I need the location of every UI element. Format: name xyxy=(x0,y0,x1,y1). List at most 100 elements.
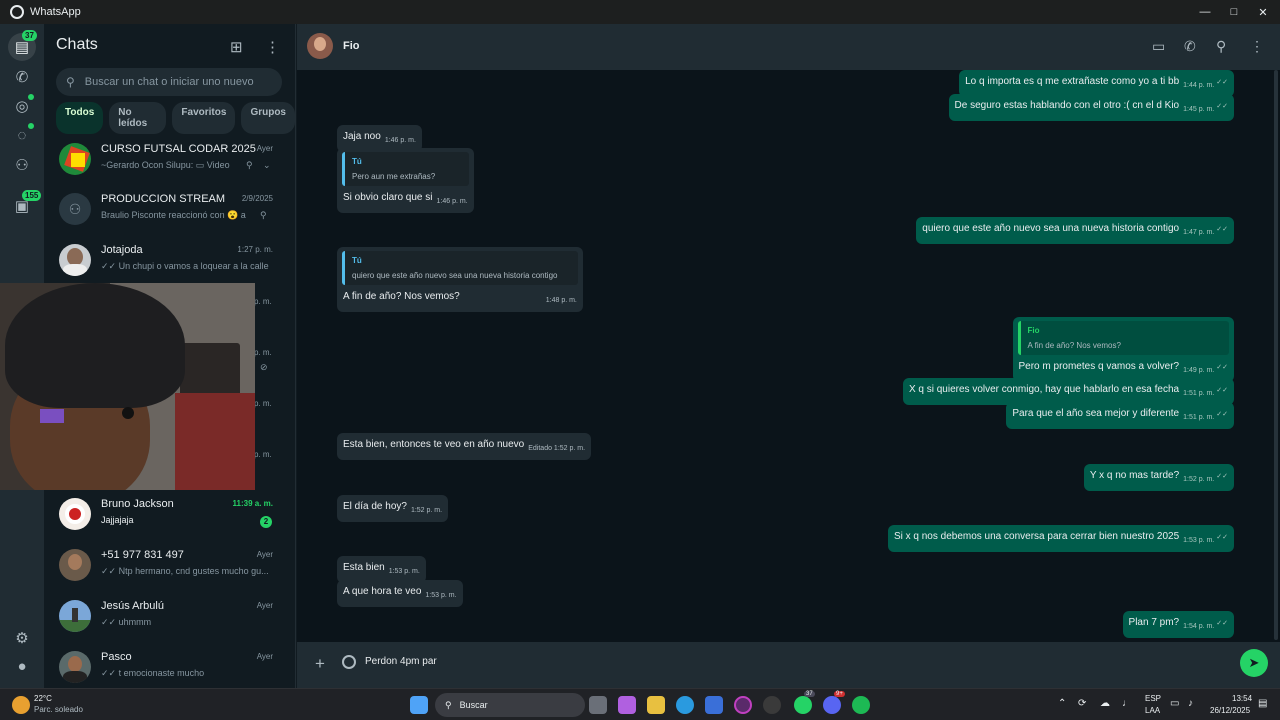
message-bubble[interactable]: Tú Pero aun me extrañas? Si obvio claro q… xyxy=(337,148,474,213)
video-call-icon[interactable]: ▭ xyxy=(1152,38,1165,55)
filter-grupos[interactable]: Grupos xyxy=(241,102,295,134)
message-bubble[interactable]: Para que el año sea mejor y diferente 1:5… xyxy=(1006,402,1234,429)
contact-name[interactable]: Fio xyxy=(343,40,360,52)
chat-list-item[interactable]: Jesús Arbulú Ayer ✓✓ uhmmm xyxy=(44,593,295,643)
status-dot xyxy=(28,94,34,100)
weather-icon[interactable] xyxy=(12,696,30,714)
message-bubble[interactable]: Esta bien, entonces te veo en año nuevo E… xyxy=(337,433,592,460)
taskbar-search[interactable]: ⚲ Buscar xyxy=(435,693,585,717)
chat-list-item[interactable]: Pasco Ayer ✓✓ t emocionaste mucho xyxy=(44,644,295,688)
chat-header[interactable]: Fio ▭ ✆ ⚲ ⋮ xyxy=(297,24,1280,70)
store-icon[interactable] xyxy=(705,696,723,714)
clock-date[interactable]: 26/12/2025 xyxy=(1210,706,1250,715)
volume-icon[interactable]: ♪ xyxy=(1188,698,1193,709)
lang-bottom[interactable]: LAA xyxy=(1145,706,1160,715)
message-bubble[interactable]: Plan 7 pm? 1:54 p. m. ✓✓ xyxy=(1122,611,1234,638)
chevron-down-icon[interactable]: ⌄ xyxy=(263,160,271,171)
profile-avatar[interactable]: ● xyxy=(8,652,36,680)
message-input[interactable]: Perdon 4pm par xyxy=(365,656,437,667)
message-bubble[interactable]: A que hora te veo 1:53 p. m. xyxy=(337,580,463,607)
chat-time: p. m. xyxy=(254,399,272,408)
message-bubble[interactable]: Si x q nos debemos una conversa para cer… xyxy=(887,525,1234,552)
chats-unread-badge: 37 xyxy=(22,30,37,41)
search-placeholder: Buscar un chat o iniciar uno nuevo xyxy=(84,76,254,88)
clock-time[interactable]: 13:54 xyxy=(1232,694,1252,703)
taskbar-search-label: Buscar xyxy=(459,700,488,710)
cloud-icon[interactable]: ☁ xyxy=(1100,698,1110,709)
webcam-overlay xyxy=(0,283,255,490)
window-title: WhatsApp xyxy=(30,6,81,18)
message-bubble[interactable]: Y x q no mas tarde? 1:52 p. m. ✓✓ xyxy=(1083,464,1234,491)
notifications-icon[interactable]: ▤ xyxy=(1258,698,1267,709)
message-bubble[interactable]: El día de hoy? 1:52 p. m. xyxy=(337,495,449,522)
filter-todos[interactable]: Todos xyxy=(56,102,104,134)
avatar xyxy=(59,651,91,683)
chat-preview: Braulio Pisconte reaccionó con 😮 a: xyxy=(101,210,246,220)
filter-favoritos[interactable]: Favoritos xyxy=(172,102,236,134)
attach-plus-icon[interactable]: + xyxy=(315,654,325,674)
menu-icon[interactable]: ⋮ xyxy=(265,38,280,56)
message-bubble[interactable]: X q si quieres volver conmigo, hay que h… xyxy=(902,378,1234,405)
discord-badge: 9+ xyxy=(834,691,845,697)
sync-icon[interactable]: ⟳ xyxy=(1078,698,1086,709)
edge-icon[interactable] xyxy=(676,696,694,714)
message-bubble[interactable]: Tú quiero que este año nuevo sea una nuev… xyxy=(337,247,583,312)
copilot-icon[interactable] xyxy=(618,696,636,714)
close-button[interactable]: ✕ xyxy=(1246,0,1280,24)
chat-time: p. m. xyxy=(254,348,272,357)
voice-call-icon[interactable]: ✆ xyxy=(1184,38,1196,55)
search-icon: ⚲ xyxy=(445,699,452,710)
lang-top[interactable]: ESP xyxy=(1145,694,1161,703)
search-input[interactable]: ⚲ Buscar un chat o iniciar uno nuevo xyxy=(56,68,282,96)
emoji-icon[interactable] xyxy=(342,655,356,669)
whatsapp-taskbar-icon[interactable] xyxy=(794,696,812,714)
chat-time: Ayer xyxy=(256,550,273,559)
discord-icon[interactable] xyxy=(823,696,841,714)
filter-no-leidos[interactable]: No leídos xyxy=(109,102,167,134)
message-bubble[interactable]: Fio A fin de año? Nos vemos? Pero m prome… xyxy=(1012,317,1234,382)
send-button[interactable]: ➤ xyxy=(1240,649,1268,677)
avatar xyxy=(59,244,91,276)
menu-icon[interactable]: ⋮ xyxy=(1250,38,1264,55)
chat-time: Ayer xyxy=(256,601,273,610)
chat-name: Jesús Arbulú xyxy=(101,600,164,612)
quoted-message[interactable]: Tú quiero que este año nuevo sea una nuev… xyxy=(342,251,578,285)
avatar xyxy=(59,498,91,530)
chat-list-item[interactable]: Jotajoda 1:27 p. m. ✓✓ Un chupi o vamos … xyxy=(44,237,295,287)
search-icon: ⚲ xyxy=(66,75,75,89)
windows-start-icon[interactable] xyxy=(410,696,428,714)
chat-preview: ✓✓ uhmmm xyxy=(101,617,152,627)
chat-list-item[interactable]: Bruno Jackson 11:39 a. m. Jajjajaja 2 xyxy=(44,491,295,541)
network-icon[interactable]: ▭ xyxy=(1170,698,1179,709)
new-chat-icon[interactable]: ⊞ xyxy=(230,38,243,56)
message-bubble[interactable]: Esta bien 1:53 p. m. xyxy=(337,556,426,583)
chat-list-item[interactable]: CURSO FUTSAL CODAR 2025 Ayer ~Gerardo Oc… xyxy=(44,136,295,186)
taskbar: 22°C Parc. soleado ⚲ Buscar 37 9+ ⌃ ⟳ ☁ ♩… xyxy=(0,688,1280,720)
obs-icon[interactable] xyxy=(763,696,781,714)
message-bubble[interactable]: De seguro estas hablando con el otro :( … xyxy=(948,94,1234,121)
archived-badge: 155 xyxy=(22,190,42,201)
filter-chips: Todos No leídos Favoritos Grupos xyxy=(56,102,295,134)
mic-icon[interactable]: ♩ xyxy=(1122,698,1132,709)
calls-nav-icon[interactable]: ✆ xyxy=(8,63,36,91)
file-explorer-icon[interactable] xyxy=(647,696,665,714)
spotify-icon[interactable] xyxy=(852,696,870,714)
message-bubble[interactable]: quiero que este año nuevo sea una nueva … xyxy=(916,217,1234,244)
chat-name: Pasco xyxy=(101,651,132,663)
task-view-icon[interactable] xyxy=(589,696,607,714)
chat-list-item[interactable]: ⚇ PRODUCCION STREAM 2/9/2025 Braulio Pis… xyxy=(44,186,295,236)
settings-icon[interactable]: ⚙ xyxy=(8,624,36,652)
app-icon[interactable] xyxy=(734,696,752,714)
tray-chevron-icon[interactable]: ⌃ xyxy=(1058,698,1066,709)
quoted-message[interactable]: Fio A fin de año? Nos vemos? xyxy=(1017,321,1229,355)
message-bubble[interactable]: Lo q importa es q me extrañaste como yo … xyxy=(959,70,1234,97)
search-icon[interactable]: ⚲ xyxy=(1216,38,1226,55)
group-avatar-icon: ⚇ xyxy=(59,193,91,225)
chat-preview: ✓✓ Un chupi o vamos a loquear a la calle xyxy=(101,261,269,271)
communities-nav-icon[interactable]: ⚇ xyxy=(8,151,36,179)
contact-avatar[interactable] xyxy=(307,33,333,59)
chat-list-item[interactable]: +51 977 831 497 Ayer ✓✓ Ntp hermano, cnd… xyxy=(44,542,295,592)
chat-scrollbar[interactable] xyxy=(1274,70,1278,640)
window-titlebar: WhatsApp — □ ✕ xyxy=(0,0,1280,24)
quoted-message[interactable]: Tú Pero aun me extrañas? xyxy=(342,152,469,186)
